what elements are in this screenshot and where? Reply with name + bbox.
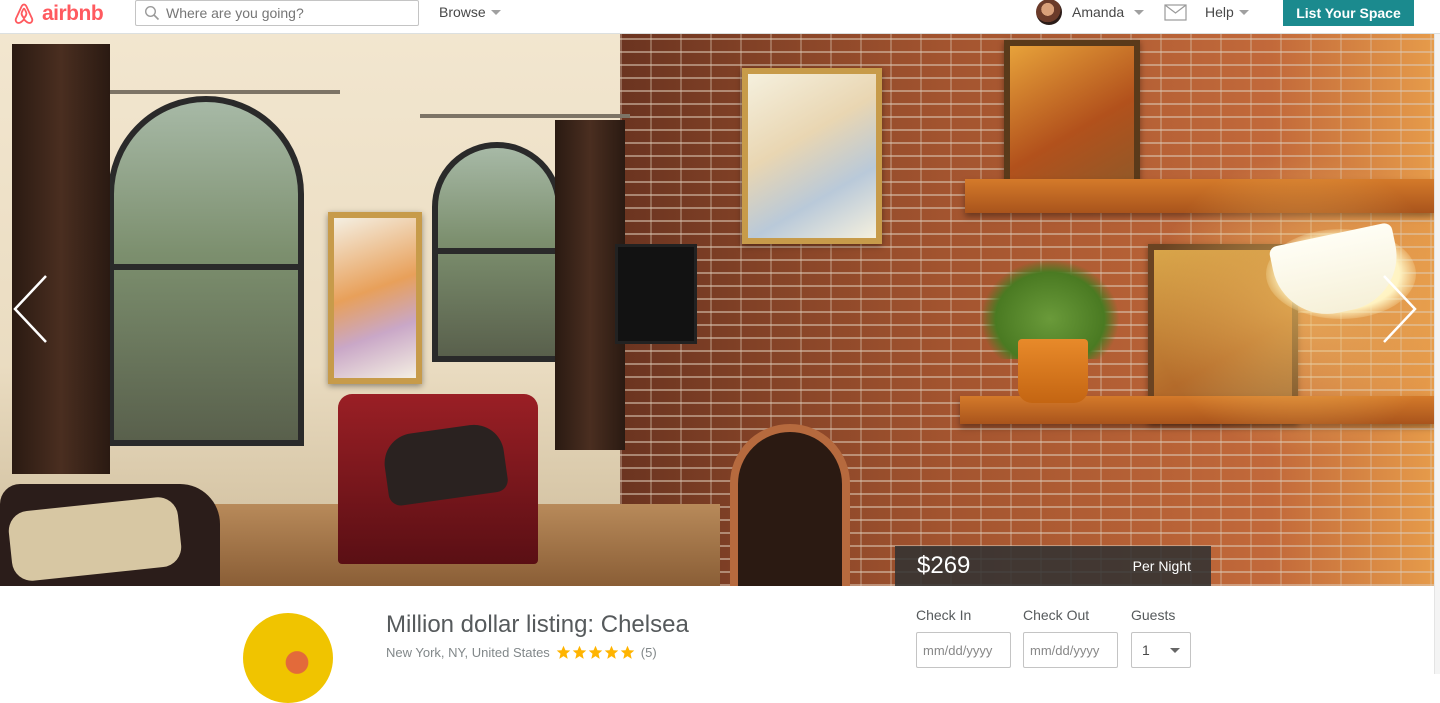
chevron-down-icon (490, 9, 501, 15)
search-icon (144, 5, 160, 21)
star-icon (556, 645, 571, 659)
star-icon (588, 645, 603, 659)
browse-label: Browse (439, 4, 486, 20)
guests-select[interactable]: 1 (1131, 632, 1191, 668)
check-out-label: Check Out (1023, 607, 1090, 623)
help-menu[interactable]: Help (1205, 0, 1249, 24)
review-count-link[interactable]: (5) (641, 645, 657, 660)
chevron-down-icon (1134, 9, 1145, 15)
user-name: Amanda (1072, 4, 1125, 20)
listing-subtitle: New York, NY, United States (5) (386, 645, 657, 660)
user-menu[interactable]: Amanda (1036, 0, 1145, 25)
airbnb-logo-icon (14, 3, 34, 24)
star-rating (556, 645, 635, 660)
listing-photo-carousel[interactable]: $269 Per Night (0, 34, 1434, 586)
listing-title: Million dollar listing: Chelsea (386, 611, 689, 638)
page-scrollbar[interactable] (1434, 34, 1440, 674)
chevron-right-icon (1383, 275, 1417, 343)
help-label: Help (1205, 4, 1234, 20)
check-in-input[interactable] (916, 632, 1011, 668)
check-out-input[interactable] (1023, 632, 1118, 668)
guests-value: 1 (1142, 642, 1150, 658)
star-icon (604, 645, 619, 659)
chevron-down-icon (1170, 647, 1180, 653)
nightly-price: $269 (917, 552, 971, 579)
star-icon (572, 645, 587, 659)
previous-photo-button[interactable] (10, 274, 50, 344)
check-in-label: Check In (916, 607, 972, 623)
top-navbar: airbnb Browse Amanda Help List Your Spac… (0, 0, 1440, 34)
chevron-left-icon (13, 275, 47, 343)
next-photo-button[interactable] (1380, 274, 1420, 344)
user-avatar (1036, 0, 1062, 25)
star-icon (620, 645, 635, 659)
airbnb-logo[interactable]: airbnb (12, 1, 104, 27)
listing-photo (0, 34, 1434, 586)
browse-menu[interactable]: Browse (439, 0, 501, 24)
inbox-button[interactable] (1164, 0, 1187, 24)
price-unit-label: Per Night (1132, 558, 1191, 574)
envelope-icon (1164, 3, 1187, 21)
host-avatar[interactable] (243, 613, 333, 703)
list-your-space-button[interactable]: List Your Space (1283, 0, 1414, 26)
chevron-down-icon (1238, 9, 1249, 15)
logo-wordmark: airbnb (42, 2, 104, 25)
search-box[interactable] (135, 0, 419, 26)
listing-location: New York, NY, United States (386, 645, 550, 660)
guests-label: Guests (1131, 607, 1176, 623)
price-badge: $269 Per Night (895, 546, 1211, 586)
search-input[interactable] (166, 5, 406, 21)
